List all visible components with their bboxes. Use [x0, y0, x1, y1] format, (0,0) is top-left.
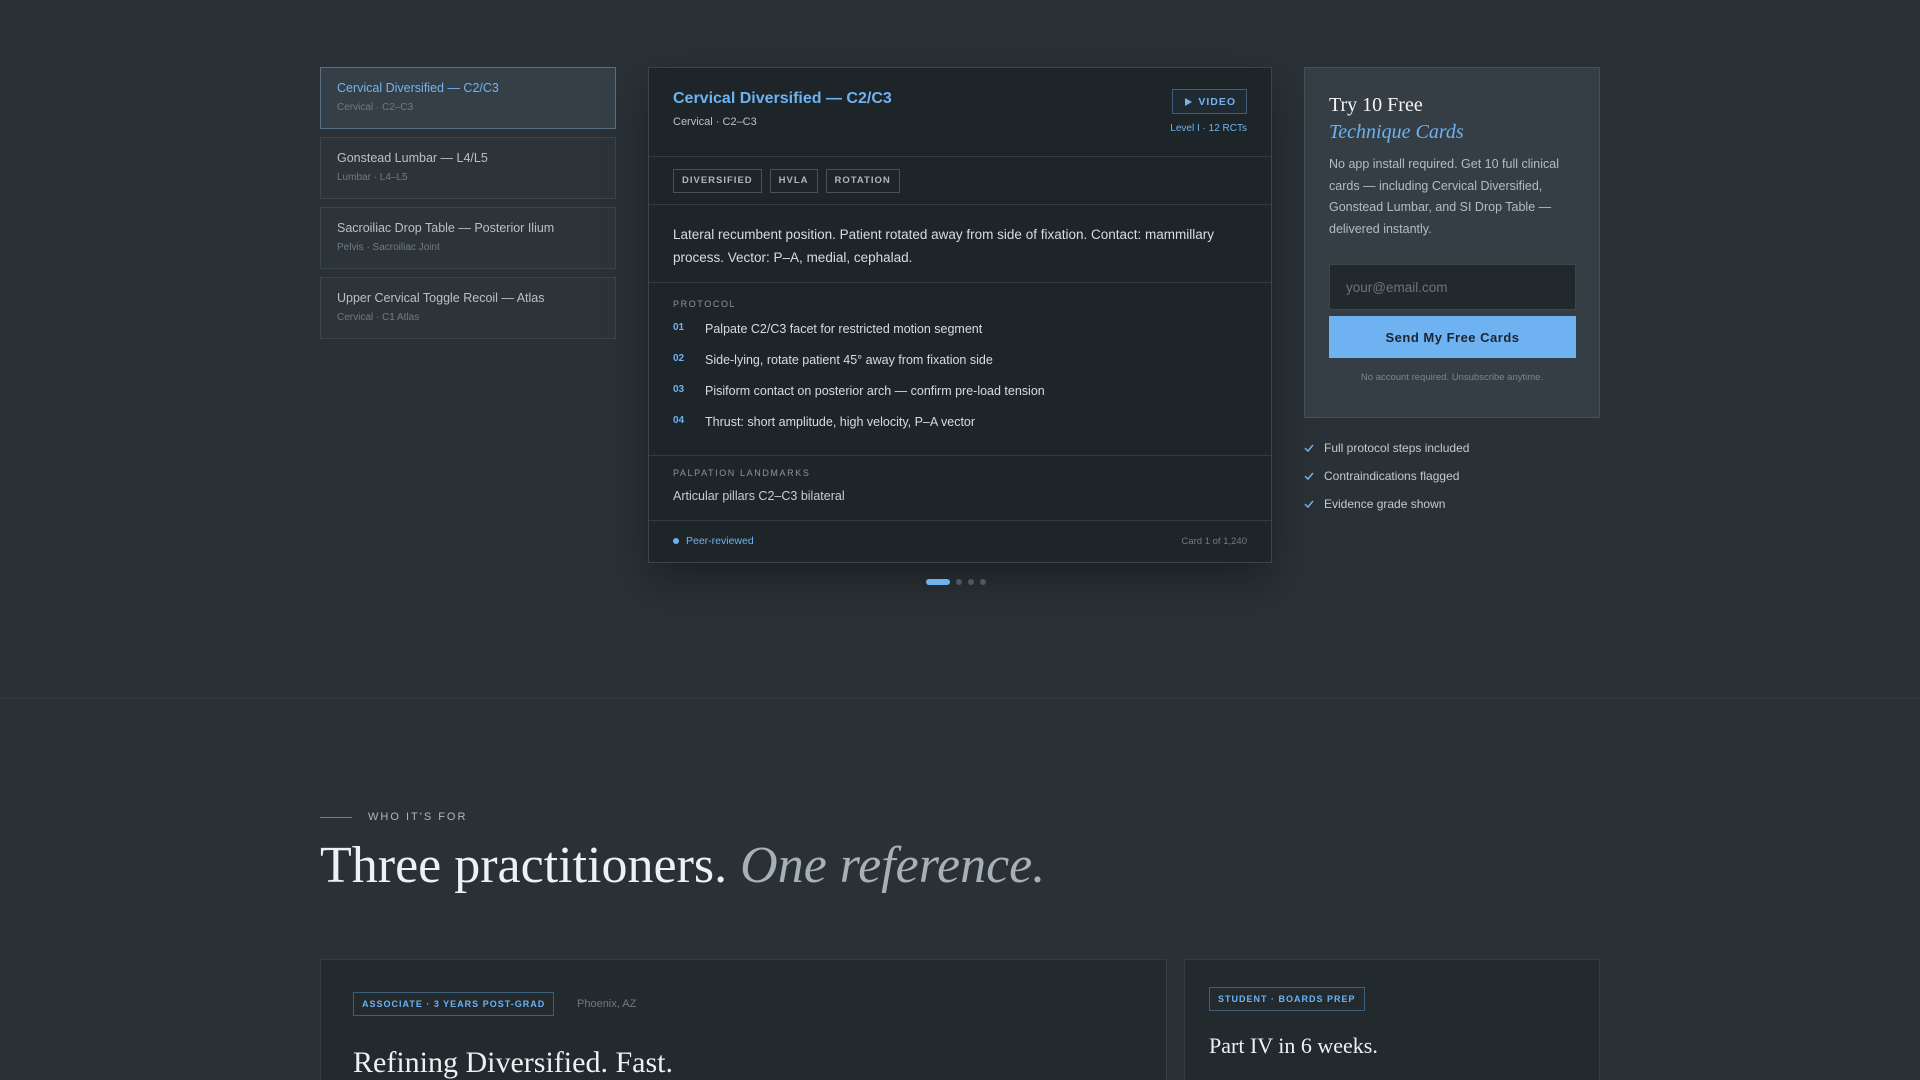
- practitioner-tag: ASSOCIATE · 3 YEARS POST-GRAD: [353, 992, 555, 1016]
- tag-hvla: HVLA: [769, 168, 818, 193]
- step-text: Palpate C2/C3 facet for restricted motio…: [705, 322, 983, 336]
- email-input[interactable]: [1329, 264, 1576, 310]
- protocol-step: 03 Pisiform contact on posterior arch — …: [673, 384, 1247, 402]
- checklist-text: Evidence grade shown: [1324, 497, 1446, 511]
- play-icon: [1185, 97, 1193, 106]
- card-title: Cervical Diversified — C2/C3: [673, 90, 892, 107]
- protocol-step: 02 Side-lying, rotate patient 45° away f…: [673, 353, 1247, 371]
- tag-row: DIVERSIFIED HVLA ROTATION: [649, 157, 1271, 205]
- step-text: Pisiform contact on posterior arch — con…: [705, 384, 1045, 398]
- step-number: 01: [673, 322, 685, 333]
- section-divider: [0, 698, 1920, 699]
- technique-subtitle: Pelvis · Sacroiliac Joint: [337, 242, 440, 253]
- technique-subtitle: Cervical · C2–C3: [337, 102, 414, 113]
- signup-title-accent: Technique Cards: [1329, 121, 1464, 143]
- headline-plain: Three practitioners.: [320, 837, 728, 894]
- technique-title: Cervical Diversified — C2/C3: [337, 81, 499, 95]
- headline-italic: One reference.: [740, 837, 1046, 894]
- checklist-item: Full protocol steps included: [1304, 434, 1469, 462]
- practitioner-card-associate: ASSOCIATE · 3 YEARS POST-GRAD Phoenix, A…: [320, 959, 1167, 1080]
- signup-note: No account required. Unsubscribe anytime…: [1360, 372, 1544, 383]
- signup-panel: Try 10 Free Technique Cards No app insta…: [1304, 67, 1600, 418]
- signup-description: No app install required. Get 10 full cli…: [1329, 157, 1559, 236]
- technique-title: Sacroiliac Drop Table — Posterior Ilium: [337, 221, 555, 235]
- pager-dot-3[interactable]: [968, 579, 974, 585]
- technique-description: Lateral recumbent position. Patient rota…: [649, 205, 1271, 283]
- step-number: 03: [673, 384, 685, 395]
- check-icon: [1304, 500, 1314, 509]
- technique-item-sacroiliac-drop[interactable]: Sacroiliac Drop Table — Posterior Ilium …: [320, 207, 616, 269]
- tag-rotation: ROTATION: [825, 168, 900, 193]
- step-number: 04: [673, 415, 685, 426]
- technique-title: Gonstead Lumbar — L4/L5: [337, 151, 488, 165]
- card-count: Card 1 of 1,240: [1181, 535, 1248, 547]
- step-text: Side-lying, rotate patient 45° away from…: [705, 353, 993, 367]
- signup-title: Try 10 Free: [1329, 94, 1423, 116]
- eyebrow-line: [320, 816, 352, 818]
- video-button[interactable]: VIDEO: [1172, 89, 1247, 114]
- carousel-pager: [926, 579, 986, 585]
- checklist-text: Contraindications flagged: [1324, 469, 1460, 483]
- landmarks-text: Articular pillars C2–C3 bilateral: [673, 489, 845, 503]
- landmarks-section: PALPATION LANDMARKS Articular pillars C2…: [649, 456, 1271, 521]
- pager-dot-2[interactable]: [956, 579, 962, 585]
- protocol-section: PROTOCOL 01 Palpate C2/C3 facet for rest…: [649, 283, 1271, 456]
- section-headline: Three practitioners. One reference.: [320, 836, 1045, 895]
- card-footer: Peer-reviewed Card 1 of 1,240: [649, 521, 1271, 561]
- evidence-level: Level I · 12 RCTs: [1170, 123, 1247, 134]
- card-header: Cervical Diversified — C2/C3 Cervical · …: [649, 68, 1271, 157]
- protocol-step: 04 Thrust: short amplitude, high velocit…: [673, 415, 1247, 433]
- section-eyebrow: WHO IT'S FOR: [320, 811, 467, 823]
- peer-reviewed-badge: Peer-reviewed: [673, 535, 754, 547]
- protocol-label: PROTOCOL: [673, 299, 737, 309]
- protocol-step: 01 Palpate C2/C3 facet for restricted mo…: [673, 322, 1247, 340]
- status-dot-icon: [673, 538, 679, 544]
- technique-title: Upper Cervical Toggle Recoil — Atlas: [337, 291, 545, 305]
- practitioner-location: Phoenix, AZ: [577, 998, 637, 1010]
- technique-item-cervical-diversified[interactable]: Cervical Diversified — C2/C3 Cervical · …: [320, 67, 616, 129]
- technique-subtitle: Cervical · C1 Atlas: [337, 312, 420, 323]
- practitioner-title: Part IV in 6 weeks.: [1209, 1033, 1378, 1058]
- step-text: Thrust: short amplitude, high velocity, …: [705, 415, 976, 429]
- checklist-item: Evidence grade shown: [1304, 490, 1469, 518]
- eyebrow-text: WHO IT'S FOR: [368, 811, 468, 823]
- peer-reviewed-label: Peer-reviewed: [686, 535, 754, 547]
- tag-diversified: DIVERSIFIED: [673, 168, 762, 193]
- card-subtitle: Cervical · C2–C3: [673, 116, 757, 128]
- technique-list: Cervical Diversified — C2/C3 Cervical · …: [320, 67, 616, 347]
- video-label: VIDEO: [1198, 95, 1236, 108]
- pager-dot-1[interactable]: [926, 579, 950, 585]
- checklist-text: Full protocol steps included: [1324, 441, 1470, 455]
- technique-card: Cervical Diversified — C2/C3 Cervical · …: [648, 67, 1272, 563]
- feature-checklist: Full protocol steps included Contraindic…: [1304, 434, 1469, 518]
- landmarks-label: PALPATION LANDMARKS: [673, 468, 811, 478]
- check-icon: [1304, 444, 1314, 453]
- check-icon: [1304, 472, 1314, 481]
- send-cards-button[interactable]: Send My Free Cards: [1329, 316, 1576, 358]
- checklist-item: Contraindications flagged: [1304, 462, 1469, 490]
- technique-item-gonstead-lumbar[interactable]: Gonstead Lumbar — L4/L5 Lumbar · L4–L5: [320, 137, 616, 199]
- practitioner-tag: STUDENT · BOARDS PREP: [1209, 987, 1365, 1011]
- practitioner-card-student: STUDENT · BOARDS PREP Part IV in 6 weeks…: [1184, 959, 1600, 1080]
- technique-subtitle: Lumbar · L4–L5: [337, 172, 408, 183]
- pager-dot-4[interactable]: [980, 579, 986, 585]
- practitioner-title: Refining Diversified. Fast.: [353, 1046, 673, 1079]
- technique-item-upper-cervical-toggle[interactable]: Upper Cervical Toggle Recoil — Atlas Cer…: [320, 277, 616, 339]
- step-number: 02: [673, 353, 685, 364]
